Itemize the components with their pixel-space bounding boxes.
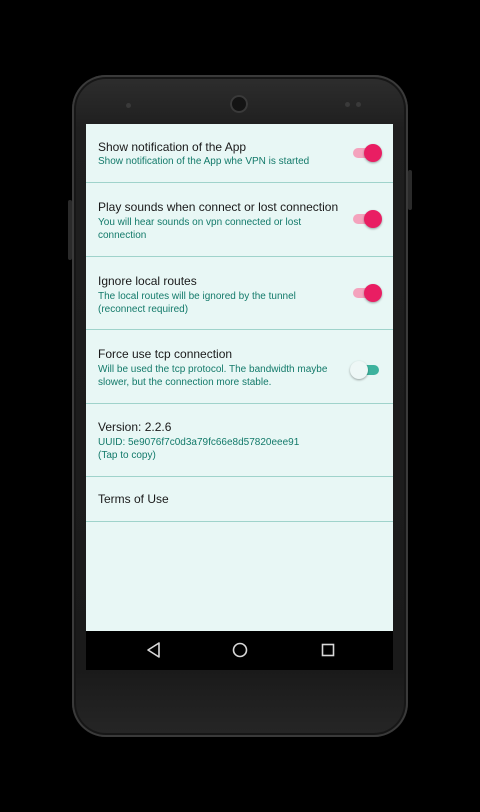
terms-of-use-item[interactable]: Terms of Use — [86, 477, 393, 522]
switch-thumb — [350, 361, 368, 379]
uuid-summary: UUID: 5e9076f7c0d3a79fc66e8d57820eee91 (… — [98, 436, 328, 462]
setting-summary: You will hear sounds on vpn connected or… — [98, 217, 302, 241]
recents-square-icon — [321, 643, 335, 657]
uuid-text: UUID: 5e9076f7c0d3a79fc66e8d57820eee91 — [98, 437, 300, 448]
ignore-local-routes-switch[interactable] — [352, 283, 382, 303]
back-button[interactable] — [134, 631, 174, 670]
version-label: Version: 2.2.6 — [98, 420, 172, 434]
setting-title: Play sounds when connect or lost connect… — [98, 200, 339, 214]
play-sounds-switch[interactable] — [352, 209, 382, 229]
home-button[interactable] — [220, 631, 260, 670]
light-sensor — [345, 102, 350, 107]
navigation-bar — [86, 631, 393, 670]
home-circle-icon — [232, 642, 248, 658]
switch-thumb — [364, 144, 382, 162]
setting-summary: Show notification of the App whe VPN is … — [98, 156, 310, 167]
setting-title: Show notification of the App — [98, 140, 247, 154]
setting-title: Force use tcp connection — [98, 347, 233, 361]
force-tcp-switch[interactable] — [350, 360, 380, 380]
setting-summary: Will be used the tcp protocol. The bandw… — [98, 364, 328, 388]
setting-title: Ignore local routes — [98, 274, 197, 288]
proximity-sensor — [126, 103, 131, 108]
switch-thumb — [364, 284, 382, 302]
setting-force-tcp[interactable]: Force use tcp connection Will be used th… — [86, 330, 393, 404]
setting-summary: The local routes will be ignored by the … — [98, 291, 296, 315]
device-stage: Show notification of the App Show notifi… — [0, 0, 480, 812]
terms-of-use-label: Terms of Use — [98, 492, 169, 506]
settings-screen: Show notification of the App Show notifi… — [86, 124, 393, 631]
tap-to-copy-hint: (Tap to copy) — [98, 450, 156, 461]
back-triangle-icon — [147, 642, 160, 658]
version-info-item[interactable]: Version: 2.2.6 UUID: 5e9076f7c0d3a79fc66… — [86, 404, 393, 477]
notification-led — [356, 102, 361, 107]
power-key — [408, 170, 412, 210]
switch-thumb — [364, 210, 382, 228]
setting-show-notification[interactable]: Show notification of the App Show notifi… — [86, 124, 393, 183]
show-notification-switch[interactable] — [352, 143, 382, 163]
setting-ignore-local-routes[interactable]: Ignore local routes The local routes wil… — [86, 257, 393, 330]
recents-button[interactable] — [308, 631, 348, 670]
setting-play-sounds[interactable]: Play sounds when connect or lost connect… — [86, 183, 393, 257]
front-camera — [230, 95, 248, 113]
